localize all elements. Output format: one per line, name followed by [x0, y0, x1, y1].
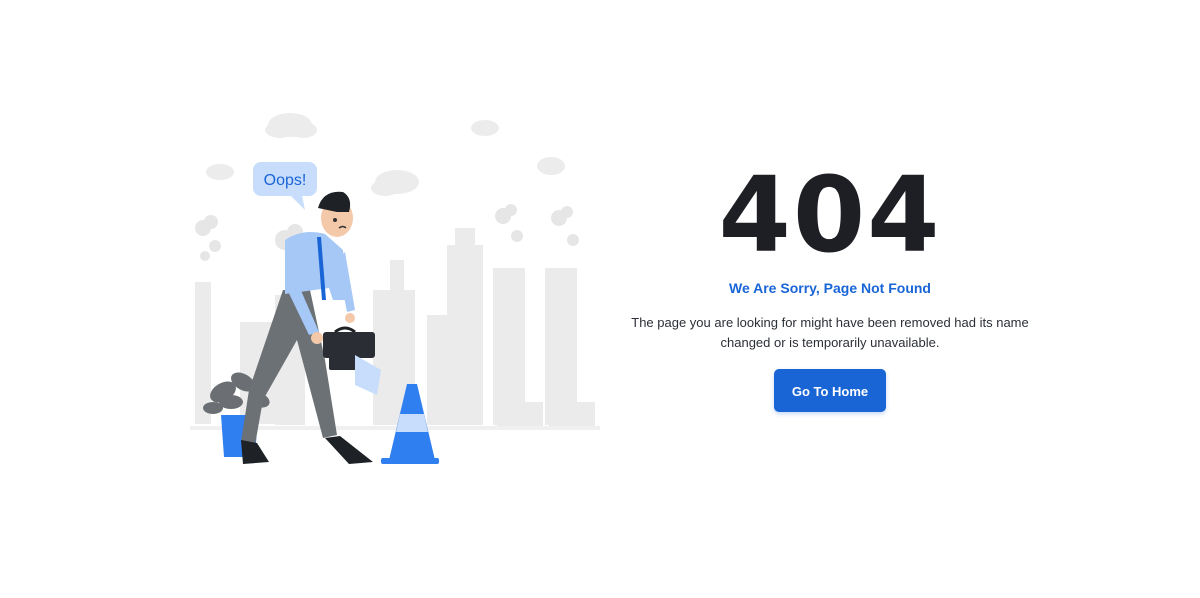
speech-bubble: Oops!	[253, 162, 317, 210]
bubble-text: Oops!	[264, 172, 307, 189]
error-code: 404	[718, 154, 942, 276]
error-illustration: Oops!	[185, 100, 605, 470]
error-content: 404 We Are Sorry, Page Not Found The pag…	[630, 160, 1030, 412]
sad-man-city-illustration: Oops!	[190, 113, 600, 464]
error-title: We Are Sorry, Page Not Found	[729, 280, 931, 296]
go-to-home-button[interactable]: Go To Home	[774, 369, 886, 412]
smoke	[195, 204, 579, 261]
error-description: The page you are looking for might have …	[631, 315, 1029, 350]
